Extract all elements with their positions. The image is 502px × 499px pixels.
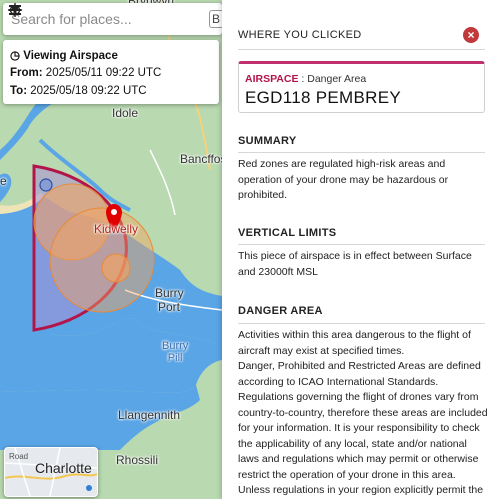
place-label-port: Port <box>158 300 181 314</box>
summary-text: Red zones are regulated high-risk areas … <box>238 158 449 201</box>
close-icon[interactable]: × <box>463 27 479 43</box>
vertical-limits-heading: VERTICAL LIMITS <box>238 227 337 239</box>
place-label-bancffos: Bancffos <box>180 152 222 166</box>
divider <box>238 152 485 153</box>
summary-heading: SUMMARY <box>238 135 297 147</box>
from-value: 2025/05/11 09:22 UTC <box>45 67 162 79</box>
to-row[interactable]: To: 2025/05/18 09:22 UTC <box>10 85 147 97</box>
danger-area-text-2: Danger, Prohibited and Restricted Areas … <box>238 360 488 496</box>
place-label-edge: e <box>0 174 7 188</box>
restricted-circle <box>101 253 131 283</box>
search-input[interactable] <box>9 10 163 28</box>
from-row[interactable]: From: 2025/05/11 09:22 UTC <box>10 67 161 79</box>
basemap-switch[interactable]: Road Charlotte <box>4 447 98 497</box>
place-label-idole: Idole <box>112 106 139 120</box>
clock-icon: ◷ <box>10 50 21 62</box>
basemap-city: Charlotte <box>35 460 92 476</box>
divider <box>238 49 485 50</box>
place-label-burry-pill-2: Pill <box>167 352 183 364</box>
to-label: To: <box>10 85 28 97</box>
to-value: 2025/05/18 09:22 UTC <box>30 85 147 97</box>
danger-area-text-1: Activities within this area dangerous to… <box>238 329 471 357</box>
airspace-card[interactable]: AIRSPACE : Danger Area EGD118 PEMBREY <box>238 61 485 113</box>
where-you-clicked-heading: WHERE YOU CLICKED <box>238 29 362 41</box>
layers-button[interactable]: B <box>209 10 222 28</box>
airspace-type-value: : Danger Area <box>298 73 367 85</box>
place-label-llangennith: Llangennith <box>118 408 181 422</box>
viewing-airspace-card: ◷ Viewing Airspace From: 2025/05/11 09:2… <box>3 40 219 104</box>
place-label-rhossili: Rhossili <box>116 453 159 467</box>
layers-button-label: B <box>211 12 220 26</box>
vertical-limits-text: This piece of airspace is in effect betw… <box>238 250 472 278</box>
airspace-name: EGD118 PEMBREY <box>245 88 401 107</box>
map-view[interactable]: Brynwyn Idole Bancffos e Kidwelly Burry … <box>0 0 222 499</box>
place-label-kidwelly: Kidwelly <box>94 222 139 236</box>
danger-area-text: Activities within this area dangerous to… <box>238 328 488 499</box>
place-label-burry-pill-1: Burry <box>162 340 189 352</box>
divider <box>238 323 485 324</box>
place-label-burry: Burry <box>155 286 184 300</box>
place-label-burry-pill: Burry Pill <box>162 340 188 364</box>
danger-area-heading: DANGER AREA <box>238 305 323 317</box>
basemap-tag: Road <box>9 452 29 461</box>
search-bar: B <box>3 3 222 35</box>
road <box>149 149 176 216</box>
from-label: From: <box>10 67 43 79</box>
viewing-airspace-title: ◷ Viewing Airspace <box>10 48 118 62</box>
filter-icon[interactable] <box>8 3 22 17</box>
divider <box>238 244 485 245</box>
airspace-type-label: AIRSPACE <box>245 73 299 85</box>
airspace-type: AIRSPACE : Danger Area <box>245 73 366 85</box>
airspace-details-panel[interactable]: WHERE YOU CLICKED × AIRSPACE : Danger Ar… <box>222 0 502 499</box>
airfield-marker <box>39 178 53 192</box>
viewing-airspace-label: Viewing Airspace <box>23 50 118 62</box>
